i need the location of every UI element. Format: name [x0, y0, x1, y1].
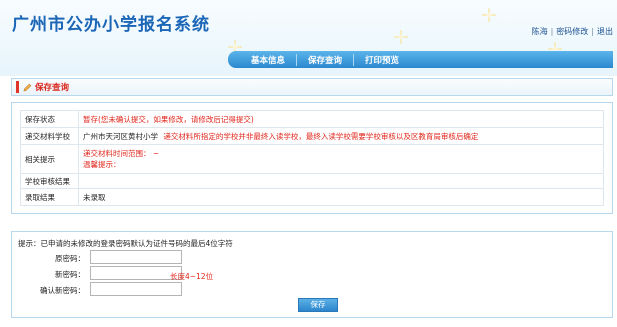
sparkle-decoration — [482, 8, 496, 22]
submit-school-name: 广州市天河区黄村小学 — [83, 131, 158, 141]
section-title: 保存查询 — [35, 83, 70, 93]
save-status-label: 保存状态 — [20, 110, 79, 128]
submit-school-note: 递交材料所指定的学校并非最终入读学校，最终入读学校需要学校审核以及区教育局审核后… — [163, 131, 479, 141]
separator: | — [550, 27, 554, 36]
school-review-label: 学校审核结果 — [20, 173, 79, 189]
submit-school-label: 递交材料学校 — [20, 127, 79, 145]
new-password-row: 新密码： 长度4~12位 — [12, 266, 612, 282]
change-password-link[interactable]: 密码修改 — [556, 27, 588, 36]
tab-print-preview[interactable]: 打印预览 — [354, 54, 410, 66]
site-title: 广州市公办小学报名系统 — [12, 15, 210, 35]
main-nav: 基本信息 保存查询 打印预览 — [228, 51, 613, 68]
table-row: 学校审核结果 — [20, 173, 604, 189]
password-length-help: 长度4~12位 — [170, 272, 214, 281]
section-header: 保存查询 — [11, 78, 613, 96]
status-panel: 保存状态 暂存(您未确认提交，如果修改，请修改后记得提交) 递交材料学校 广州市… — [11, 102, 613, 214]
confirm-password-input[interactable] — [90, 282, 182, 296]
confirm-password-row: 确认新密码： — [12, 282, 612, 298]
school-review-value — [78, 173, 604, 189]
related-tips-label: 相关提示 — [20, 144, 79, 174]
old-password-label: 原密码： — [55, 254, 85, 263]
old-password-row: 原密码： — [12, 250, 612, 266]
new-password-label: 新密码： — [55, 270, 85, 279]
user-links: 陈海 | 密码修改 | 退出 — [532, 26, 613, 37]
table-row: 录取结果 未录取 — [20, 188, 604, 206]
old-password-input[interactable] — [90, 250, 182, 264]
related-tips-cell: 递交材料时间范围： ~ 温馨提示： — [78, 144, 604, 174]
table-row: 递交材料学校 广州市天河区黄村小学 递交材料所指定的学校并非最终入读学校，最终入… — [20, 127, 604, 145]
admission-result-value: 未录取 — [78, 188, 604, 206]
save-button[interactable]: 保存 — [298, 298, 338, 312]
password-hint: 提示：已申请的未修改的登录密码默认为证件号码的最后4位字符 — [18, 239, 233, 248]
sparkle-decoration — [394, 30, 408, 44]
table-row: 保存状态 暂存(您未确认提交，如果修改，请修改后记得提交) — [20, 110, 604, 128]
password-panel: 提示：已申请的未修改的登录密码默认为证件号码的最后4位字符 原密码： 新密码： … — [11, 231, 613, 318]
warm-tip: 温馨提示： — [83, 160, 121, 169]
user-name-link[interactable]: 陈海 — [532, 27, 548, 36]
header: 广州市公办小学报名系统 陈海 | 密码修改 | 退出 基本信息 保存查询 打印预览 — [0, 0, 617, 76]
tab-save-query[interactable]: 保存查询 — [297, 54, 353, 66]
section-marker — [16, 81, 19, 93]
submit-school-cell: 广州市天河区黄村小学 递交材料所指定的学校并非最终入读学校，最终入读学校需要学校… — [78, 127, 604, 145]
status-table: 保存状态 暂存(您未确认提交，如果修改，请修改后记得提交) 递交材料学校 广州市… — [20, 110, 604, 206]
logout-link[interactable]: 退出 — [597, 27, 613, 36]
table-row: 相关提示 递交材料时间范围： ~ 温馨提示： — [20, 144, 604, 174]
tab-basic-info[interactable]: 基本信息 — [240, 54, 296, 66]
new-password-input[interactable] — [90, 266, 182, 280]
admission-result-label: 录取结果 — [20, 188, 79, 206]
pencil-icon — [23, 83, 32, 91]
separator: | — [591, 27, 594, 36]
save-status-value: 暂存(您未确认提交，如果修改，请修改后记得提交) — [78, 110, 604, 128]
material-time-range: 递交材料时间范围： ~ — [83, 149, 160, 158]
confirm-password-label: 确认新密码： — [40, 286, 85, 295]
